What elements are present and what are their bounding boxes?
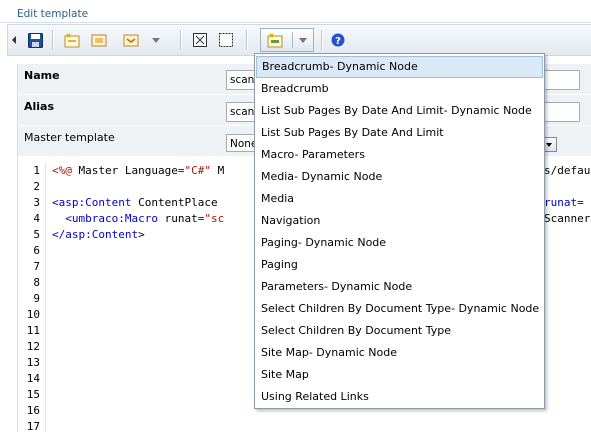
menu-item[interactable]: Using Related Links	[256, 386, 543, 408]
line-number: 10	[26, 308, 40, 321]
toolbar-separator	[52, 30, 54, 50]
line-number: 6	[33, 244, 40, 257]
master-template-label: Master template	[24, 131, 115, 144]
menu-item[interactable]: Media- Dynamic Node	[256, 166, 543, 188]
toolbar-separator	[321, 30, 323, 50]
insert-content-area-button[interactable]	[191, 31, 209, 49]
menu-item[interactable]: Site Map- Dynamic Node	[256, 342, 543, 364]
split-divider	[292, 32, 293, 48]
code-line-fragment: s/defau	[544, 164, 591, 177]
toolbar-grip-icon	[9, 31, 19, 49]
code-line-fragment	[544, 227, 590, 243]
insert-field-button[interactable]	[63, 31, 81, 49]
line-number: 7	[33, 260, 40, 273]
insert-content-area-icon	[193, 33, 207, 47]
menu-item[interactable]: List Sub Pages By Date And Limit- Dynami…	[256, 100, 543, 122]
line-number: 3	[33, 196, 40, 209]
menu-item[interactable]: Parameters- Dynamic Node	[256, 276, 543, 298]
line-number: 13	[26, 356, 40, 369]
toolbar: ?	[7, 24, 591, 56]
menu-item[interactable]: Breadcrumb	[256, 78, 543, 100]
svg-text:?: ?	[335, 36, 341, 47]
window-title: Edit template	[17, 8, 89, 20]
line-number: 2	[33, 180, 40, 193]
insert-macro-dropdown[interactable]	[149, 31, 163, 49]
insert-template-icon	[266, 31, 284, 49]
insert-macro-icon	[123, 34, 139, 46]
menu-item[interactable]: Select Children By Document Type	[256, 320, 543, 342]
menu-item[interactable]: Media	[256, 188, 543, 210]
line-number: 14	[26, 372, 40, 385]
save-icon	[27, 32, 43, 48]
save-button[interactable]	[26, 31, 44, 49]
menu-item[interactable]: Navigation	[256, 210, 543, 232]
line-number: 5	[33, 228, 40, 241]
insert-field-icon	[64, 32, 80, 47]
line-number-gutter: 1 2 3 4 5 6 7 8 9 10 11 12 13 14 15 16 17	[18, 163, 40, 435]
code-line[interactable]: <umbraco:Macro runat="sc	[52, 211, 224, 227]
insert-macro-button[interactable]	[122, 31, 140, 49]
line-number: 8	[33, 276, 40, 289]
insert-inline-icon	[91, 34, 107, 46]
menu-item[interactable]: Paging- Dynamic Node	[256, 232, 543, 254]
menu-item[interactable]: Paging	[256, 254, 543, 276]
line-number: 17	[26, 420, 40, 433]
help-icon: ?	[331, 33, 345, 47]
menu-item[interactable]: Site Map	[256, 364, 543, 386]
insert-placeholder-icon	[219, 33, 233, 47]
window-title-bar: Edit template	[0, 0, 591, 23]
line-number: 11	[26, 324, 40, 337]
code-line[interactable]: <asp:Content ContentPlace	[52, 195, 224, 211]
line-number: 4	[33, 212, 40, 225]
line-number: 16	[26, 404, 40, 417]
menu-item[interactable]: Select Children By Document Type- Dynami…	[256, 298, 543, 320]
help-button[interactable]: ?	[329, 31, 347, 49]
insert-inline-button[interactable]	[90, 31, 108, 49]
insert-macro-dropdown-menu: Breadcrumb- Dynamic Node Breadcrumb List S…	[254, 53, 545, 409]
code-line-fragment	[544, 179, 590, 195]
line-number: 1	[33, 164, 40, 177]
chevron-down-icon	[152, 37, 160, 43]
code-line[interactable]	[52, 179, 224, 195]
toolbar-separator	[246, 30, 248, 50]
insert-macro-menu-button[interactable]	[260, 28, 314, 52]
toolbar-separator	[180, 30, 182, 50]
alias-field-end[interactable]	[542, 102, 580, 122]
line-number: 15	[26, 388, 40, 401]
menu-item[interactable]: List Sub Pages By Date And Limit	[256, 122, 543, 144]
name-label: Name	[24, 69, 60, 82]
line-number: 9	[33, 292, 40, 305]
gutter-divider	[45, 163, 46, 432]
code-line-fragment: runat=	[544, 196, 584, 209]
code-line[interactable]: </asp:Content>	[52, 227, 224, 243]
code-lines-right: s/defau runat= Scanner	[544, 163, 590, 243]
alias-label: Alias	[24, 100, 55, 113]
code-line[interactable]: <%@ Master Language="C#" M	[52, 163, 224, 179]
code-line-fragment: Scanner	[544, 212, 591, 225]
menu-item[interactable]: Breadcrumb- Dynamic Node	[256, 56, 543, 78]
line-number: 12	[26, 340, 40, 353]
menu-item[interactable]: Macro- Parameters	[256, 144, 543, 166]
code-lines[interactable]: <%@ Master Language="C#" M <asp:Content C…	[52, 163, 224, 243]
chevron-down-icon	[296, 31, 310, 49]
name-field-end[interactable]	[542, 70, 580, 90]
insert-placeholder-button[interactable]	[217, 31, 235, 49]
